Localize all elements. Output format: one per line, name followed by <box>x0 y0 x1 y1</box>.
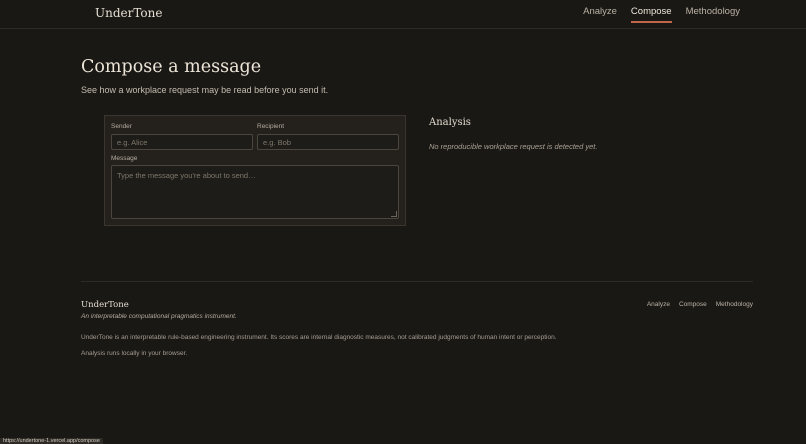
analysis-title: Analysis <box>429 117 471 128</box>
sender-label: Sender <box>111 123 132 130</box>
link-preview-url: https://undertone-1.vercel.app/compose <box>0 438 103 444</box>
recipient-label: Recipient <box>257 123 285 130</box>
nav-link-analyze[interactable]: Analyze <box>583 6 617 23</box>
footer-link-methodology[interactable]: Methodology <box>716 301 753 308</box>
footer-brand: UnderTone <box>81 300 129 310</box>
footer-description: UnderTone is an interpretable rule-based… <box>81 334 557 341</box>
footer-link-compose[interactable]: Compose <box>679 301 707 308</box>
message-textarea[interactable] <box>111 165 399 219</box>
brand-logo[interactable]: UnderTone <box>95 6 163 20</box>
page-title: Compose a message <box>81 57 262 77</box>
footer-divider <box>81 281 753 282</box>
nav-link-compose[interactable]: Compose <box>630 6 672 23</box>
resize-handle-icon[interactable] <box>391 211 397 217</box>
nav-links: Analyze Compose Methodology <box>583 6 740 23</box>
top-nav: UnderTone Analyze Compose Methodology <box>0 0 806 29</box>
compose-form: Sender Recipient Message <box>104 115 406 226</box>
message-label: Message <box>111 155 138 162</box>
footer-links: Analyze Compose Methodology <box>647 301 753 308</box>
recipient-input[interactable] <box>257 134 399 150</box>
footer-link-analyze[interactable]: Analyze <box>647 301 670 308</box>
page-subtitle: See how a workplace request may be read … <box>81 85 329 95</box>
footer-local-note: Analysis runs locally in your browser. <box>81 350 188 357</box>
analysis-empty-state: No reproducible workplace request is det… <box>429 142 598 151</box>
sender-input[interactable] <box>111 134 253 150</box>
footer-tagline: An interpretable computational pragmatic… <box>81 313 237 320</box>
nav-link-methodology[interactable]: Methodology <box>686 6 740 23</box>
